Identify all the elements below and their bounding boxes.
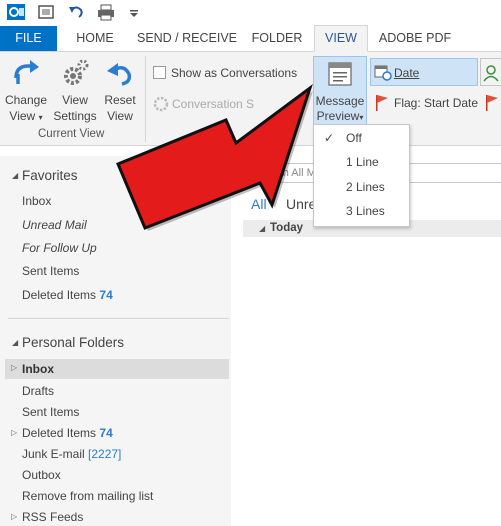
message-preview-button[interactable]: Message Preview▾ xyxy=(313,56,367,126)
messages-group-label: M xyxy=(203,128,213,140)
collapse-triangle-icon[interactable]: ◢ xyxy=(12,338,18,347)
tab-folder[interactable]: FOLDER xyxy=(246,26,308,51)
collapse-triangle-icon[interactable]: ◢ xyxy=(12,171,18,180)
personal-folders-header[interactable]: Personal Folders xyxy=(22,335,124,350)
conversation-settings-icon xyxy=(153,96,169,112)
favorites-item-inbox[interactable]: Inbox xyxy=(22,194,51,208)
flag-start-date-label: Flag: Start Date xyxy=(394,96,479,110)
gear-icon xyxy=(64,59,89,85)
filter-all[interactable]: All xyxy=(251,196,267,212)
favorites-header[interactable]: Favorites xyxy=(22,168,78,183)
view-settings-label-1: View xyxy=(62,93,88,107)
expand-triangle-icon[interactable]: ▷ xyxy=(11,512,17,521)
group-separator xyxy=(145,56,146,142)
undo-icon[interactable] xyxy=(67,3,85,21)
divider xyxy=(8,318,229,319)
deleted-items-label: Deleted Items xyxy=(22,288,97,302)
folder-item-inbox[interactable]: ▷ Inbox xyxy=(5,359,229,379)
show-as-conversations-label[interactable]: Show as Conversations xyxy=(171,66,297,80)
dropdown-item-off[interactable]: Off xyxy=(346,131,362,145)
current-view-group-label: Current View xyxy=(38,128,105,140)
outlook-icon[interactable] xyxy=(7,3,25,21)
favorites-item-unread-mail[interactable]: Unread Mail xyxy=(22,218,87,232)
quick-access-toolbar xyxy=(0,0,501,26)
expand-triangle-icon[interactable]: ▷ xyxy=(11,363,17,372)
change-view-button[interactable]: Change View ▾ xyxy=(2,56,50,128)
message-preview-dropdown: ✓ Off 1 Line 2 Lines 3 Lines xyxy=(313,124,410,227)
flag-icon[interactable] xyxy=(484,94,500,112)
arrange-by-flag-start-date-button[interactable]: Flag: Start Date xyxy=(371,90,481,116)
arrange-by-date-button[interactable]: Date xyxy=(370,58,478,86)
print-icon[interactable] xyxy=(97,3,115,21)
dropdown-item-3-lines[interactable]: 3 Lines xyxy=(346,204,385,218)
date-label: Date xyxy=(394,66,420,80)
folder-item-junk-email[interactable]: Junk E-mail [2227] xyxy=(22,447,121,461)
calendar-icon xyxy=(374,65,392,81)
dropdown-item-2-lines[interactable]: 2 Lines xyxy=(346,180,385,194)
junk-email-label: Junk E-mail xyxy=(22,447,85,461)
chevron-down-icon: ▾ xyxy=(359,113,364,122)
view-settings-button[interactable]: View Settings xyxy=(52,56,98,128)
unread-count-badge: 74 xyxy=(99,426,113,440)
message-preview-icon xyxy=(328,62,352,86)
checkmark-icon: ✓ xyxy=(324,131,335,145)
show-as-conversations-checkbox[interactable] xyxy=(153,66,166,79)
reset-view-label-1: Reset xyxy=(104,93,136,107)
favorites-item-sent-items[interactable]: Sent Items xyxy=(22,264,79,278)
folder-item-outbox[interactable]: Outbox xyxy=(22,468,61,482)
change-view-icon xyxy=(14,60,39,84)
flag-icon xyxy=(376,95,388,111)
send-receive-all-icon[interactable] xyxy=(37,3,55,21)
favorites-item-for-follow-up[interactable]: For Follow Up xyxy=(22,241,97,255)
expand-triangle-icon[interactable]: ▷ xyxy=(11,428,17,437)
person-icon xyxy=(483,65,499,82)
view-settings-label-2: Settings xyxy=(53,109,97,123)
today-label: Today xyxy=(270,222,304,234)
folder-item-rss-feeds[interactable]: RSS Feeds xyxy=(22,510,83,524)
reset-view-label-2: View xyxy=(107,109,133,123)
folder-label-inbox: Inbox xyxy=(22,362,54,376)
collapse-triangle-icon[interactable]: ◢ xyxy=(259,224,265,233)
filter-unread[interactable]: Unre xyxy=(286,196,316,212)
reset-icon xyxy=(107,63,132,86)
ribbon-tabs: FILE HOME SEND / RECEIVE FOLDER VIEW ADO… xyxy=(0,25,501,52)
tab-send-receive[interactable]: SEND / RECEIVE xyxy=(133,26,241,51)
item-count-badge: [2227] xyxy=(88,447,122,461)
tab-home[interactable]: HOME xyxy=(67,26,123,51)
reset-view-button[interactable]: Reset View xyxy=(100,56,140,128)
folder-item-sent-items[interactable]: Sent Items xyxy=(22,405,79,419)
folder-item-drafts[interactable]: Drafts xyxy=(22,384,54,398)
tab-adobe-pdf[interactable]: ADOBE PDF xyxy=(370,26,460,51)
collapse-nav-icon[interactable]: ‹ xyxy=(222,158,226,172)
unread-count-badge: 74 xyxy=(99,288,113,302)
navigation-pane: ‹ ◢ Favorites Inbox Unread Mail For Foll… xyxy=(0,156,231,526)
favorites-item-deleted-items[interactable]: Deleted Items 74 xyxy=(22,288,113,302)
arrange-from-button[interactable] xyxy=(480,58,501,86)
tab-view[interactable]: VIEW xyxy=(314,25,368,52)
chevron-down-icon: ▾ xyxy=(38,113,43,122)
search-placeholder: Search All M xyxy=(254,167,316,179)
message-preview-label-2: Preview xyxy=(316,109,360,123)
ribbon: Change View ▾ View Settings Reset View C… xyxy=(0,52,501,146)
dropdown-item-1-line[interactable]: 1 Line xyxy=(346,155,379,169)
folder-item-remove-from-mailing-list[interactable]: Remove from mailing list xyxy=(22,489,153,503)
change-view-label-1: Change xyxy=(4,93,48,107)
conversation-settings-button[interactable]: Conversation S xyxy=(172,97,254,111)
folder-item-deleted-items[interactable]: Deleted Items 74 xyxy=(22,426,113,440)
tab-file[interactable]: FILE xyxy=(0,26,57,51)
change-view-label-2: View xyxy=(9,109,36,123)
customize-qat-icon[interactable] xyxy=(125,3,143,21)
message-preview-label-1: Message xyxy=(315,94,365,108)
deleted-items-label: Deleted Items xyxy=(22,426,97,440)
